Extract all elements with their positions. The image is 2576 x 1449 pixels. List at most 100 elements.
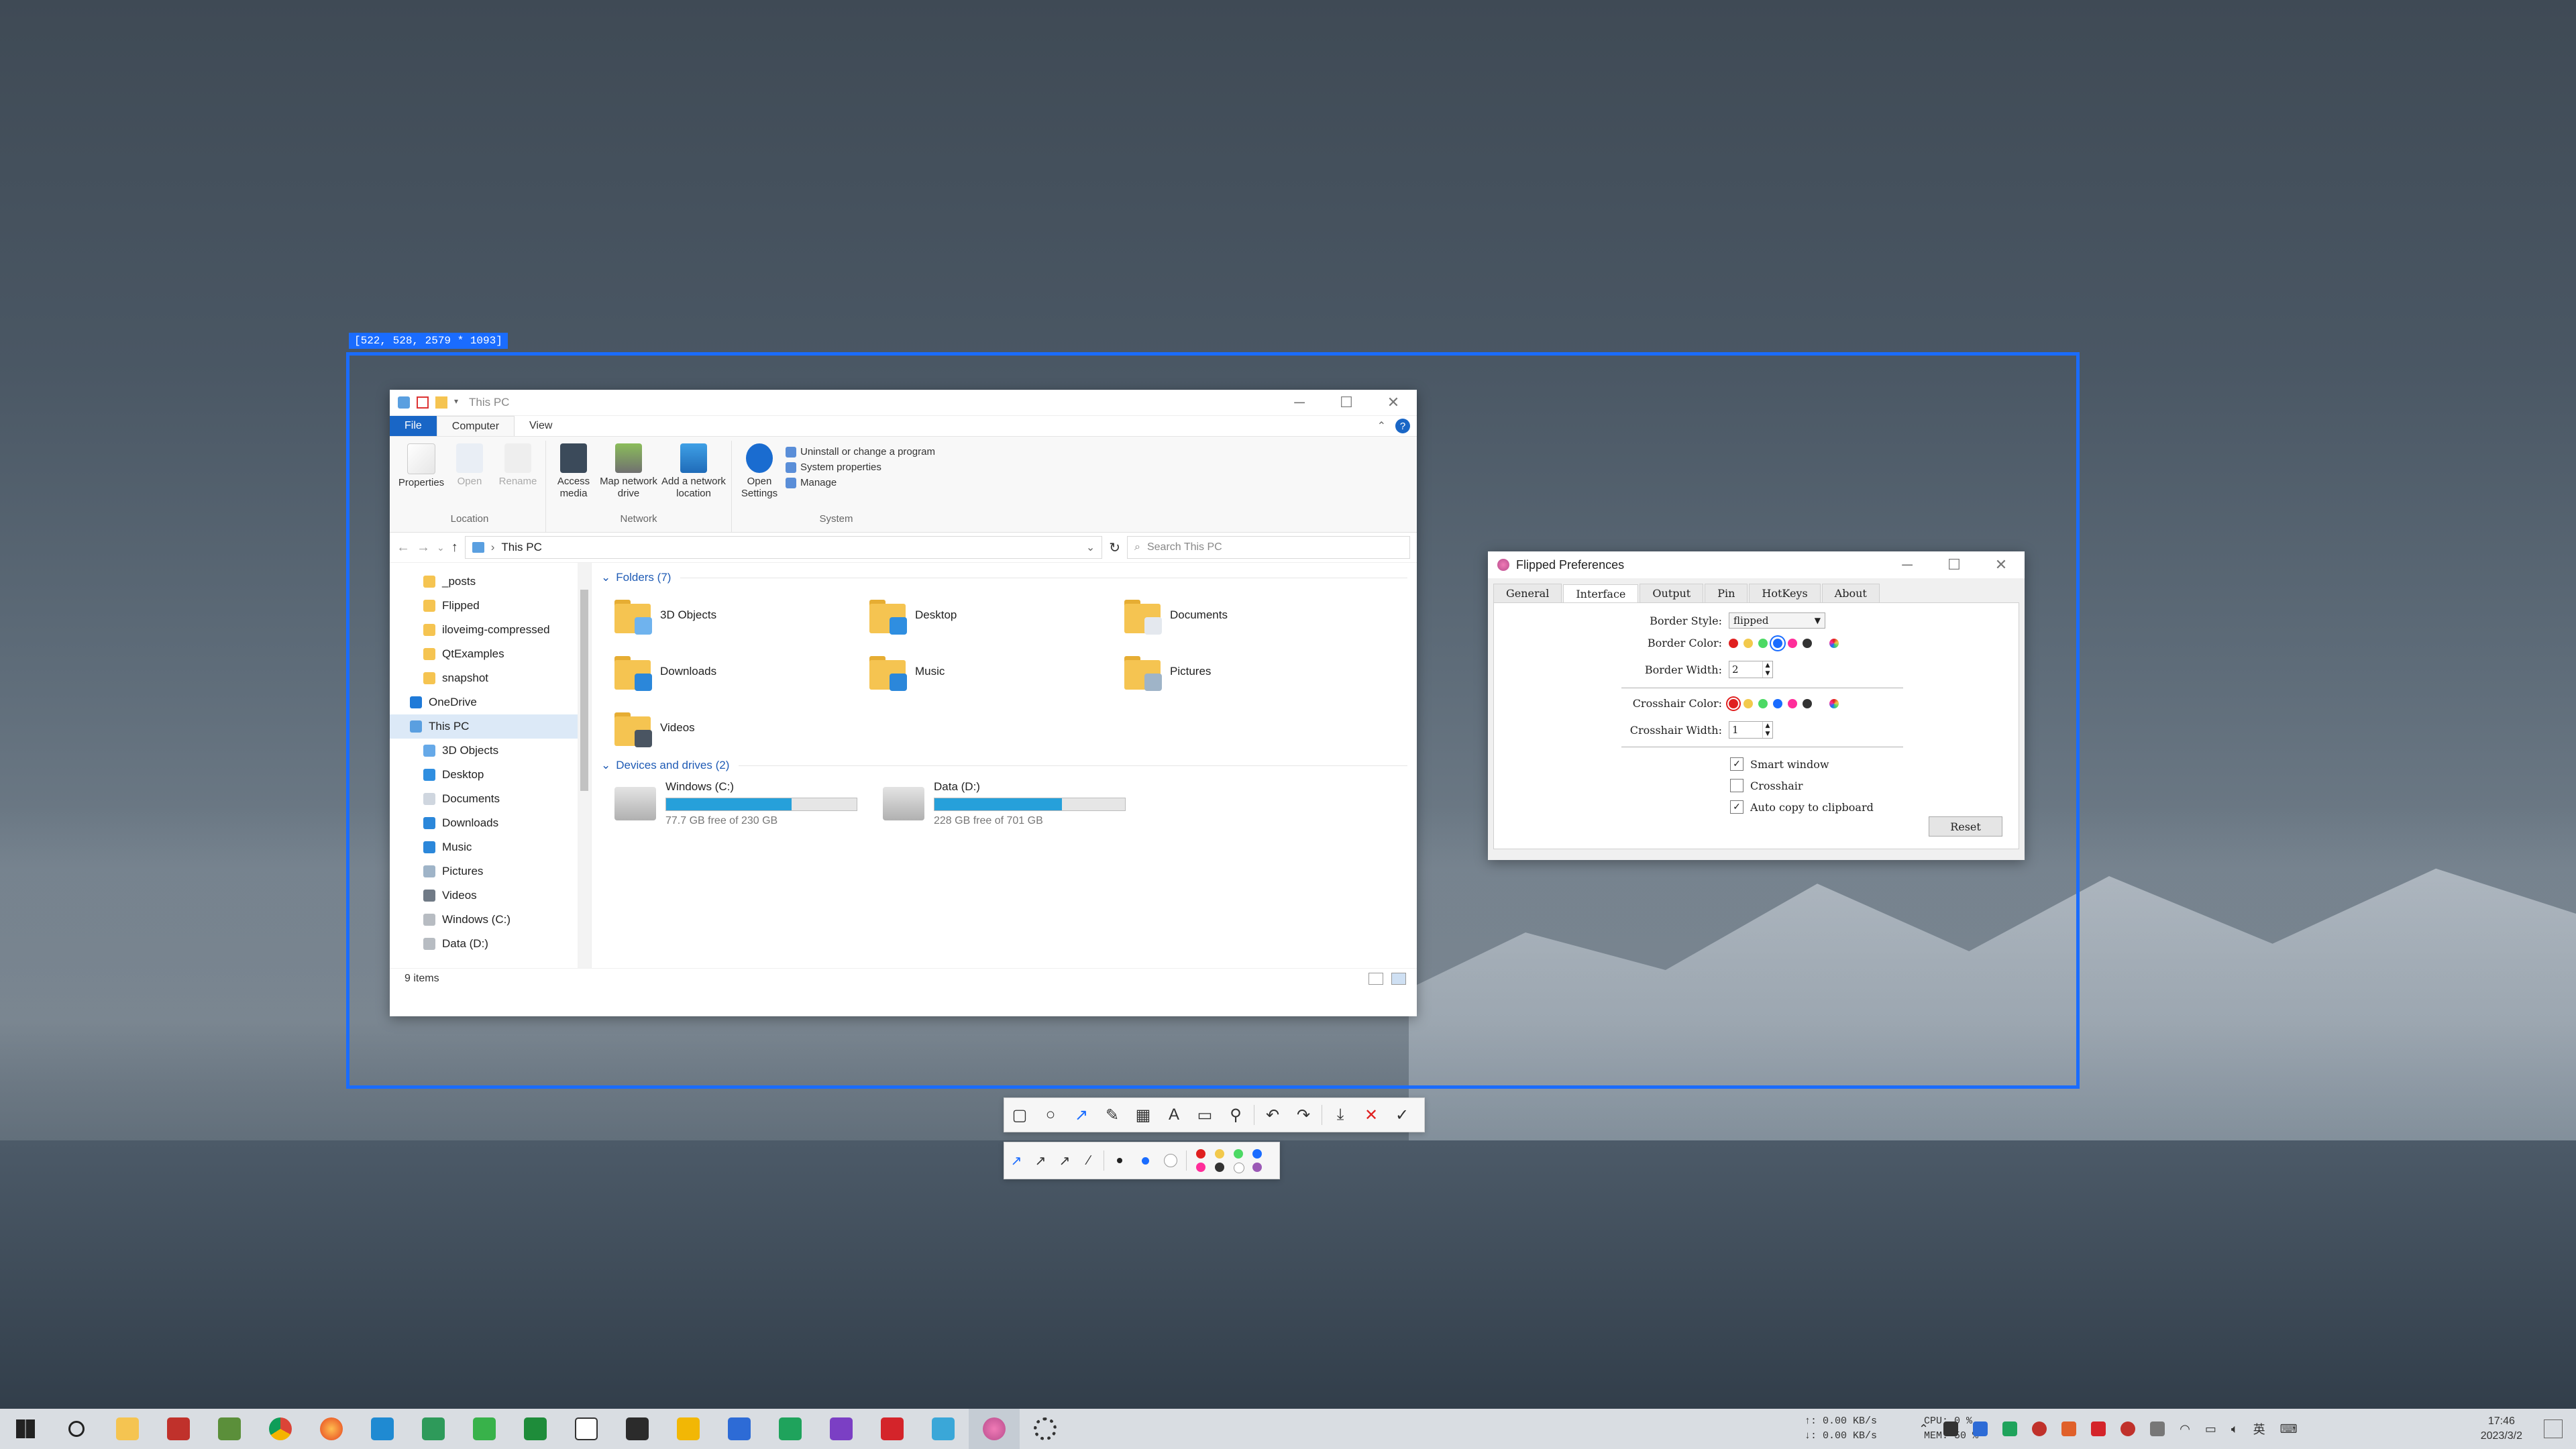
checkbox-row[interactable]: ✓ Auto copy to clipboard — [1730, 800, 1874, 814]
text-icon[interactable]: A — [1159, 1099, 1189, 1130]
open-button[interactable]: Open — [447, 441, 492, 513]
tray-icon[interactable] — [2121, 1421, 2136, 1436]
nav-item[interactable]: Windows (C:) — [390, 908, 591, 932]
spin-down-icon[interactable]: ▼ — [1766, 670, 1770, 677]
up-icon[interactable]: ↑ — [451, 540, 458, 555]
color-picker-icon[interactable] — [1829, 698, 1839, 708]
taskbar-visual-studio[interactable] — [816, 1409, 867, 1449]
pencil-icon[interactable]: ✎ — [1097, 1099, 1128, 1130]
color-swatch[interactable] — [1803, 638, 1812, 648]
color-swatch[interactable] — [1743, 698, 1753, 708]
close-icon[interactable]: ✕ — [1356, 1099, 1387, 1130]
color-swatch[interactable] — [1788, 638, 1797, 648]
tray-icon[interactable] — [2150, 1421, 2165, 1436]
access-media-button[interactable]: Access media — [551, 441, 596, 513]
nav-item[interactable]: iloveimg-compressed — [390, 618, 591, 642]
line-icon[interactable]: ∕ — [1077, 1145, 1101, 1176]
nav-item[interactable]: _posts — [390, 570, 591, 594]
keyboard-icon[interactable]: ⌨ — [2280, 1422, 2298, 1436]
preferences-window[interactable]: Flipped Preferences ─ ☐ ✕ General Interfa… — [1488, 551, 2025, 860]
taskbar-app-1[interactable] — [153, 1409, 204, 1449]
search-input[interactable]: ⌕ Search This PC — [1127, 536, 1410, 559]
arrow-style-2-icon[interactable]: ↗ — [1028, 1145, 1053, 1176]
help-icon[interactable]: ? — [1395, 419, 1410, 433]
ellipse-icon[interactable]: ○ — [1035, 1099, 1066, 1130]
folders-section-header[interactable]: ⌄ Folders (7) — [601, 568, 1407, 587]
manage-link[interactable]: Manage — [786, 477, 935, 488]
address-bar[interactable]: › This PC ⌄ — [464, 536, 1103, 559]
close-button[interactable]: ✕ — [1370, 390, 1417, 415]
system-properties-link[interactable]: System properties — [786, 462, 935, 473]
new-folder-icon[interactable] — [435, 396, 447, 409]
nav-scrollbar-thumb[interactable] — [580, 590, 588, 791]
border-width-spinbox[interactable]: 2 ▲ ▼ — [1729, 661, 1773, 678]
tab-pin[interactable]: Pin — [1705, 584, 1748, 602]
chevron-down-icon[interactable]: ▾ — [454, 396, 461, 409]
download-icon[interactable]: ⤓ — [1325, 1099, 1356, 1130]
checkbox[interactable] — [1730, 779, 1743, 792]
ime-icon[interactable]: 英 — [2253, 1420, 2265, 1438]
preferences-titlebar[interactable]: Flipped Preferences ─ ☐ ✕ — [1488, 551, 2025, 578]
taskbar-app-3[interactable] — [408, 1409, 459, 1449]
nav-item[interactable]: QtExamples — [390, 642, 591, 666]
open-settings-button[interactable]: Open Settings — [737, 441, 782, 513]
back-icon[interactable]: ← — [396, 540, 410, 555]
color-swatch[interactable] — [1758, 698, 1768, 708]
color-swatch[interactable] — [1729, 638, 1738, 648]
redo-icon[interactable]: ↷ — [1288, 1099, 1319, 1130]
taskbar-flipped[interactable] — [969, 1409, 1020, 1449]
folder-item[interactable]: 3D Objects — [614, 587, 869, 643]
taskbar-app-5[interactable] — [510, 1409, 561, 1449]
details-view-icon[interactable] — [1368, 973, 1383, 985]
check-icon[interactable]: ✓ — [1387, 1099, 1417, 1130]
tray-icon[interactable] — [2061, 1421, 2077, 1436]
taskbar-terminal[interactable] — [612, 1409, 663, 1449]
checkbox-row[interactable]: Crosshair — [1730, 779, 1803, 792]
minimize-button[interactable]: ─ — [1884, 551, 1931, 578]
palette-color[interactable] — [1234, 1149, 1243, 1159]
mosaic-icon[interactable]: ▦ — [1128, 1099, 1159, 1130]
color-swatch[interactable] — [1729, 698, 1738, 708]
tray-icon[interactable] — [2032, 1421, 2047, 1436]
palette-color[interactable] — [1252, 1163, 1262, 1172]
crosshair-width-spinbox[interactable]: 1 ▲ ▼ — [1729, 721, 1773, 739]
nav-item[interactable]: Documents — [390, 787, 591, 811]
tray-icon[interactable] — [2091, 1421, 2106, 1436]
comment-icon[interactable]: ▭ — [1189, 1099, 1220, 1130]
size-large-button[interactable] — [1158, 1145, 1183, 1176]
palette-color[interactable] — [1234, 1163, 1244, 1173]
arrow-icon[interactable]: ↗ — [1066, 1099, 1097, 1130]
border-style-select[interactable]: flipped ▼ — [1729, 612, 1825, 629]
tab-interface[interactable]: Interface — [1563, 584, 1639, 603]
chevron-down-icon[interactable]: ⌄ — [437, 542, 445, 553]
color-swatch[interactable] — [1758, 638, 1768, 648]
collapse-ribbon-icon[interactable]: ⌃ — [1377, 419, 1386, 433]
tab-view[interactable]: View — [515, 416, 567, 436]
nav-item[interactable]: Music — [390, 835, 591, 859]
chevron-down-icon[interactable]: ⌄ — [1086, 541, 1095, 554]
palette-color[interactable] — [1252, 1149, 1262, 1159]
drives-section-header[interactable]: ⌄ Devices and drives (2) — [601, 756, 1407, 775]
folder-item[interactable]: Videos — [614, 700, 869, 756]
nav-item[interactable]: Desktop — [390, 763, 591, 787]
rectangle-icon[interactable]: ▢ — [1004, 1099, 1035, 1130]
pin-icon[interactable]: ⚲ — [1220, 1099, 1251, 1130]
nav-item[interactable]: snapshot — [390, 666, 591, 690]
nav-item[interactable]: Pictures — [390, 859, 591, 883]
close-button[interactable]: ✕ — [1978, 551, 2025, 578]
spin-up-icon[interactable]: ▲ — [1766, 722, 1770, 729]
palette-color[interactable] — [1196, 1163, 1205, 1172]
color-swatch[interactable] — [1743, 638, 1753, 648]
navigation-pane[interactable]: _posts Flipped iloveimg-compressed QtExampl… — [390, 563, 592, 968]
nav-item[interactable]: OneDrive — [390, 690, 591, 714]
maximize-button[interactable]: ☐ — [1931, 551, 1978, 578]
large-icons-view-icon[interactable] — [1391, 973, 1406, 985]
drive-item[interactable]: Windows (C:) 77.7 GB free of 230 GB — [614, 780, 869, 827]
size-small-button[interactable] — [1107, 1145, 1132, 1176]
checkbox[interactable]: ✓ — [1730, 800, 1743, 814]
tray-icon[interactable] — [1973, 1421, 1988, 1436]
search-button[interactable] — [51, 1409, 102, 1449]
properties-button[interactable]: Properties — [398, 441, 444, 513]
folder-item[interactable]: Music — [869, 643, 1124, 700]
nav-item[interactable]: Videos — [390, 883, 591, 908]
